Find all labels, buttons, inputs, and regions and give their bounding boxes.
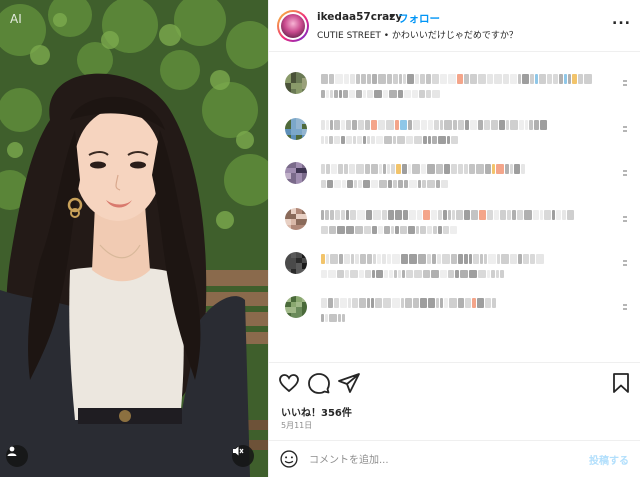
- comment-text-pixelated: [321, 120, 548, 130]
- comment-icon[interactable]: [307, 371, 331, 395]
- heart-icon[interactable]: [277, 371, 301, 395]
- bookmark-icon[interactable]: [609, 371, 633, 395]
- comment-meta-pixelated: [321, 270, 505, 278]
- comment-row: [269, 248, 640, 288]
- comment-row: [269, 204, 640, 244]
- user-tag-button[interactable]: [6, 445, 28, 467]
- comment-like-icon[interactable]: [623, 80, 627, 88]
- share-icon[interactable]: [337, 371, 361, 395]
- mute-icon: [233, 446, 244, 456]
- emoji-icon[interactable]: [279, 449, 299, 469]
- post-date: 5月11日: [281, 421, 313, 430]
- action-bar: [269, 362, 640, 400]
- commenter-avatar[interactable]: [285, 162, 307, 184]
- comment-row: [269, 68, 640, 108]
- comment-text-pixelated: [321, 164, 526, 174]
- commenter-avatar[interactable]: [285, 118, 307, 140]
- portrait-illustration: [0, 0, 268, 477]
- comment-row: [269, 292, 640, 332]
- post-button[interactable]: 投稿する: [589, 452, 629, 467]
- comment-meta-pixelated: [321, 90, 441, 98]
- user-tag-icon: [7, 446, 17, 456]
- comment-text-pixelated: [321, 254, 545, 264]
- post-details-panel: ikedaa57crazy • フォロー CUTIE STREET • かわいい…: [268, 0, 640, 477]
- post-header: ikedaa57crazy • フォロー CUTIE STREET • かわいい…: [269, 0, 640, 52]
- comment-like-icon[interactable]: [623, 260, 627, 268]
- comment-meta-pixelated: [321, 136, 459, 144]
- commenter-avatar[interactable]: [285, 208, 307, 230]
- comment-row: [269, 158, 640, 198]
- commenter-avatar[interactable]: [285, 296, 307, 318]
- comment-like-icon[interactable]: [623, 170, 627, 178]
- like-count[interactable]: いいね！356件: [281, 404, 352, 419]
- commenter-avatar[interactable]: [285, 252, 307, 274]
- commenter-avatar[interactable]: [285, 72, 307, 94]
- comment-meta-pixelated: [321, 314, 346, 322]
- comment-text-pixelated: [321, 74, 593, 84]
- comment-row: [269, 114, 640, 154]
- comment-text-pixelated: [321, 298, 497, 308]
- comment-text-pixelated: [321, 210, 575, 220]
- comments-list: [269, 52, 640, 360]
- comment-like-icon[interactable]: [623, 216, 627, 224]
- audio-subtitle[interactable]: CUTIE STREET • かわいいだけじゃだめですか？: [317, 28, 518, 41]
- comment-meta-pixelated: [321, 226, 458, 234]
- separator-dot: •: [388, 10, 395, 23]
- follow-button[interactable]: フォロー: [398, 11, 440, 26]
- comment-like-icon[interactable]: [623, 126, 627, 134]
- comment-like-icon[interactable]: [623, 304, 627, 312]
- more-options-icon[interactable]: ...: [612, 12, 631, 28]
- comment-meta-pixelated: [321, 180, 449, 188]
- post-image[interactable]: AI: [0, 0, 268, 477]
- mute-button[interactable]: [232, 445, 254, 467]
- avatar[interactable]: [277, 10, 309, 42]
- ai-label: AI: [10, 12, 22, 26]
- comment-input[interactable]: [309, 451, 579, 469]
- comment-composer: 投稿する: [269, 440, 640, 477]
